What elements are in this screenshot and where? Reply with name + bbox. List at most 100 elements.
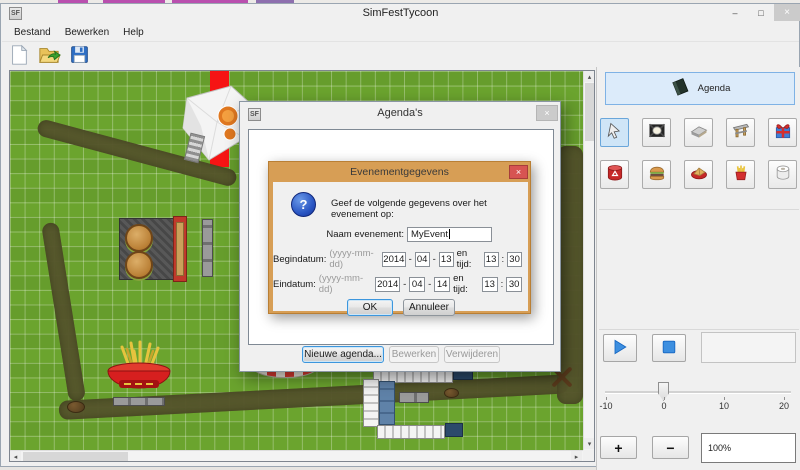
minimize-button[interactable]: – xyxy=(722,4,748,21)
vertical-scroll-thumb[interactable] xyxy=(585,83,594,141)
tool-trash-can-button[interactable] xyxy=(600,160,629,189)
speed-slider-track[interactable] xyxy=(605,391,791,394)
time-separator: : xyxy=(501,279,504,290)
sidebar-separator xyxy=(599,329,799,330)
end-hour-input[interactable]: 13 xyxy=(482,277,498,292)
edit-agenda-button[interactable]: Bewerken xyxy=(389,346,439,363)
event-name-label: Naam evenement: xyxy=(326,229,404,240)
bench[interactable] xyxy=(113,397,165,406)
begin-hour-input[interactable]: 13 xyxy=(484,252,499,267)
rock xyxy=(444,388,459,398)
date-separator: - xyxy=(428,279,431,290)
barrel-stage[interactable] xyxy=(361,367,481,443)
tool-fries-stand-button[interactable] xyxy=(726,160,755,189)
stage-block xyxy=(445,423,463,437)
agenda-button[interactable]: Agenda xyxy=(605,72,795,105)
open-file-button[interactable] xyxy=(34,44,64,69)
burger-top xyxy=(125,251,153,279)
zoom-out-button[interactable]: − xyxy=(652,436,689,459)
tool-select-cursor-button[interactable] xyxy=(600,118,629,147)
burger-stand[interactable] xyxy=(119,216,215,282)
date-format-hint: (yyyy-mm-dd) xyxy=(319,273,372,295)
tool-toilet-button[interactable] xyxy=(768,160,797,189)
agendas-dialog-title: Agenda's xyxy=(240,107,560,119)
ok-button[interactable]: OK xyxy=(347,299,393,316)
end-date-row: Eindatum: (yyyy-mm-dd) 2014 - 04 - 14 en… xyxy=(273,276,522,292)
sidebar: Agenda xyxy=(596,67,800,470)
end-date-label: Eindatum: xyxy=(273,279,316,290)
rock xyxy=(67,401,85,413)
zoom-level-field[interactable]: 100% xyxy=(701,433,796,463)
scroll-up-icon[interactable]: ▴ xyxy=(584,71,595,82)
time-label: en tijd: xyxy=(457,248,481,270)
dirt-path xyxy=(41,222,86,402)
delete-agenda-button[interactable]: Verwijderen xyxy=(444,346,500,363)
new-file-icon xyxy=(8,44,30,69)
tool-pizza-stand-button[interactable] xyxy=(684,160,713,189)
menu-bewerken[interactable]: Bewerken xyxy=(59,25,115,40)
begin-year-input[interactable]: 2014 xyxy=(382,252,405,267)
menubar: Bestand Bewerken Help xyxy=(2,23,799,42)
save-floppy-icon xyxy=(69,44,90,68)
begin-day-input[interactable]: 13 xyxy=(439,252,454,267)
horizontal-scrollbar[interactable]: ◂ ▸ xyxy=(10,450,583,461)
event-dialog-title: Evenementgegevens xyxy=(269,166,530,178)
scroll-down-icon[interactable]: ▾ xyxy=(584,438,595,449)
time-separator: : xyxy=(502,254,505,265)
agendas-dialog-close-button[interactable]: × xyxy=(536,105,558,121)
begin-date-label: Begindatum: xyxy=(273,254,326,265)
bench[interactable] xyxy=(202,219,213,277)
begin-date-row: Begindatum: (yyyy-mm-dd) 2014 - 04 - 13 … xyxy=(273,251,522,267)
sidebar-separator xyxy=(599,209,799,210)
trash-can-icon xyxy=(605,163,625,186)
play-button[interactable] xyxy=(603,334,637,362)
end-minute-input[interactable]: 30 xyxy=(506,277,522,292)
tool-entrance-gate-button[interactable] xyxy=(726,118,755,147)
event-name-input[interactable]: MyEvent xyxy=(407,227,492,242)
fries-stand[interactable] xyxy=(104,339,174,399)
entrance-gate-icon xyxy=(731,121,751,144)
tool-stage-button[interactable] xyxy=(684,118,713,147)
titlebar: SF SimFestTycoon – □ × xyxy=(2,4,799,23)
horizontal-scroll-thumb[interactable] xyxy=(23,452,128,461)
question-icon: ? xyxy=(291,192,316,217)
menu-help[interactable]: Help xyxy=(117,25,150,40)
end-day-input[interactable]: 14 xyxy=(434,277,450,292)
scroll-right-icon[interactable]: ▸ xyxy=(571,451,582,462)
event-dialog: Evenementgegevens × ? Geef de volgende g… xyxy=(268,161,531,314)
tool-spotlight-button[interactable] xyxy=(642,118,671,147)
new-agenda-button[interactable]: Nieuwe agenda... xyxy=(302,346,384,363)
stop-icon xyxy=(659,337,679,360)
end-month-input[interactable]: 04 xyxy=(409,277,425,292)
date-separator: - xyxy=(403,279,406,290)
tool-burger-stand-button[interactable] xyxy=(642,160,671,189)
slider-tick-label: 20 xyxy=(779,401,789,411)
event-dialog-close-button[interactable]: × xyxy=(509,165,528,179)
slider-tick-label: -10 xyxy=(599,401,612,411)
pizza-icon xyxy=(689,163,709,186)
stop-button[interactable] xyxy=(652,334,686,362)
scroll-left-icon[interactable]: ◂ xyxy=(10,451,21,462)
bench[interactable] xyxy=(399,392,429,403)
open-folder-icon xyxy=(37,44,61,69)
zoom-in-button[interactable]: + xyxy=(600,436,637,459)
end-year-input[interactable]: 2014 xyxy=(375,277,400,292)
begin-month-input[interactable]: 04 xyxy=(415,252,430,267)
fries-icon xyxy=(731,163,751,186)
tool-gift-button[interactable] xyxy=(768,118,797,147)
maximize-button[interactable]: □ xyxy=(748,4,774,21)
close-button[interactable]: × xyxy=(774,4,800,21)
begin-minute-input[interactable]: 30 xyxy=(507,252,522,267)
new-file-button[interactable] xyxy=(4,44,34,69)
menu-bestand[interactable]: Bestand xyxy=(8,25,57,40)
stage-icon xyxy=(689,121,709,144)
vertical-scrollbar[interactable]: ▴ ▾ xyxy=(583,71,594,450)
toolbar xyxy=(2,43,799,69)
barrel-column xyxy=(363,379,379,427)
date-separator: - xyxy=(433,254,436,265)
cancel-button[interactable]: Annuleer xyxy=(403,299,455,316)
scrollbar-corner xyxy=(583,450,594,461)
event-name-row: Naam evenement: MyEvent xyxy=(326,226,492,242)
stage-panel xyxy=(379,381,395,425)
save-file-button[interactable] xyxy=(64,44,94,69)
